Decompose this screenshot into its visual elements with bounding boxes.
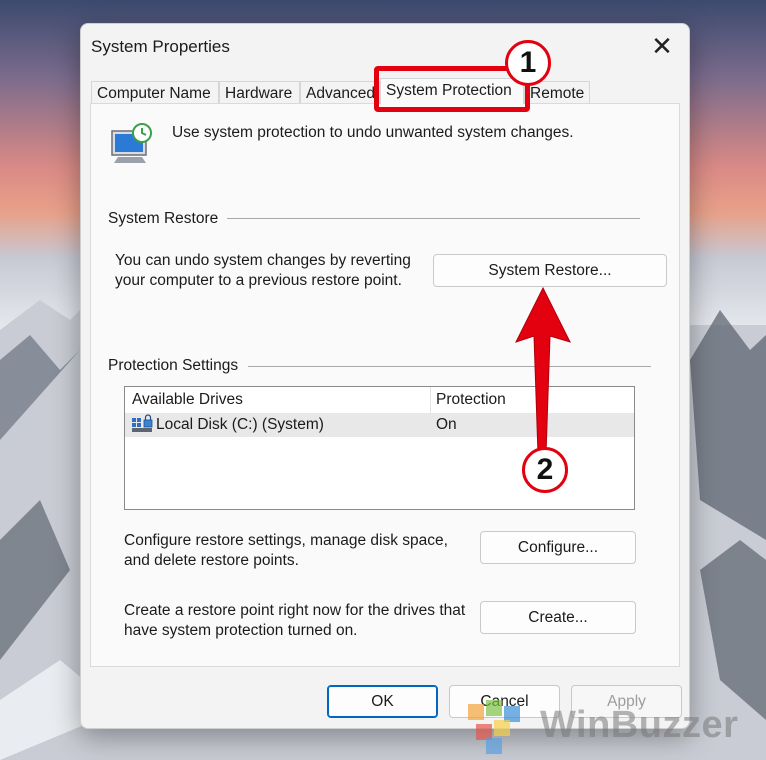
close-icon[interactable]: ✕ (647, 31, 677, 61)
section-divider (227, 218, 640, 219)
tab-computer-name[interactable]: Computer Name (91, 81, 219, 103)
tab-hardware[interactable]: Hardware (219, 81, 300, 103)
window-title: System Properties (91, 37, 230, 56)
title-bar: System Properties ✕ (81, 24, 689, 68)
drive-icon (132, 414, 153, 432)
ok-button[interactable]: OK (327, 685, 438, 718)
create-text-line2: have system protection turned on. (124, 622, 358, 639)
column-divider (430, 387, 431, 413)
system-restore-section-label: System Restore (108, 210, 219, 227)
column-header-protection[interactable]: Protection (436, 391, 506, 409)
system-restore-text-line2: your computer to a previous restore poin… (115, 272, 402, 289)
column-header-available-drives[interactable]: Available Drives (132, 391, 243, 409)
red-arrow-icon (515, 286, 571, 455)
create-button[interactable]: Create... (480, 601, 636, 634)
system-restore-button[interactable]: System Restore... (433, 254, 667, 287)
tab-advanced[interactable]: Advanced (300, 81, 380, 103)
step-2-marker: 2 (522, 447, 568, 493)
section-divider (248, 366, 651, 367)
protection-description: Use system protection to undo unwanted s… (172, 124, 574, 141)
step-1-marker: 1 (505, 40, 551, 86)
system-protection-icon (111, 123, 152, 163)
configure-text-line2: and delete restore points. (124, 552, 299, 569)
winbuzzer-logo-icon (468, 700, 520, 754)
configure-button[interactable]: Configure... (480, 531, 636, 564)
tab-panel (90, 103, 680, 667)
configure-text-line1: Configure restore settings, manage disk … (124, 532, 448, 549)
watermark: WinBuzzer (462, 690, 762, 756)
create-text-line1: Create a restore point right now for the… (124, 602, 466, 619)
system-restore-text-line1: You can undo system changes by reverting (115, 252, 411, 269)
drive-name: Local Disk (C:) (System) (156, 416, 324, 433)
watermark-text: WinBuzzer (540, 704, 739, 746)
drive-protection-status: On (436, 416, 457, 433)
protection-settings-section-label: Protection Settings (108, 357, 239, 374)
